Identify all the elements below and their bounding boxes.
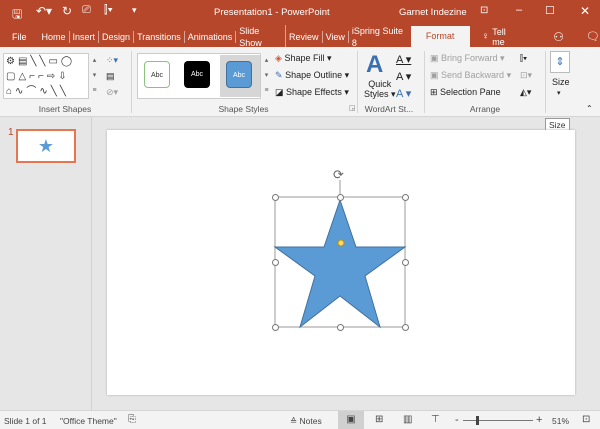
slide-sorter-icon[interactable]: ⊞: [375, 414, 383, 425]
resize-handle-sw[interactable]: [272, 324, 279, 331]
resize-handle-w[interactable]: [272, 259, 279, 266]
reading-view-icon[interactable]: ▥: [403, 414, 412, 425]
slideshow-icon[interactable]: ⊤: [431, 414, 440, 425]
normal-view-icon[interactable]: ▣: [338, 411, 364, 429]
slide-counter: Slide 1 of 1: [4, 416, 47, 426]
resize-handle-se[interactable]: [402, 324, 409, 331]
theme-name: "Office Theme": [60, 416, 117, 426]
zoom-slider-thumb[interactable]: [476, 416, 479, 425]
rotate-handle-icon[interactable]: ⟳: [333, 167, 344, 182]
resize-handle-n[interactable]: [337, 194, 344, 201]
resize-handle-ne[interactable]: [402, 194, 409, 201]
star-shape[interactable]: [273, 198, 407, 329]
zoom-in-icon[interactable]: +: [536, 414, 542, 426]
resize-handle-e[interactable]: [402, 259, 409, 266]
spell-check-icon[interactable]: ⎘: [128, 414, 136, 425]
zoom-slider[interactable]: [463, 420, 533, 421]
zoom-level[interactable]: 51%: [552, 416, 569, 426]
status-bar: Slide 1 of 1 "Office Theme" ⎘ ≙ Notes ▣ …: [0, 410, 600, 429]
adjust-handle[interactable]: [337, 239, 345, 247]
resize-handle-nw[interactable]: [272, 194, 279, 201]
notes-button[interactable]: ≙ Notes: [290, 416, 322, 427]
fit-to-window-icon[interactable]: ⊡: [582, 414, 590, 425]
selected-star-shape[interactable]: ⟳: [0, 0, 600, 429]
zoom-out-icon[interactable]: -: [455, 414, 459, 426]
resize-handle-s[interactable]: [337, 324, 344, 331]
